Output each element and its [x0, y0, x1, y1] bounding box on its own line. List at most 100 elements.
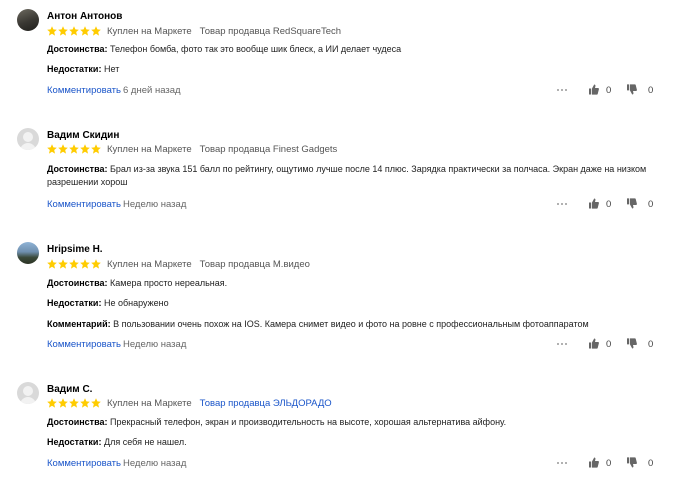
like-count: 0	[606, 458, 612, 469]
more-dots-icon[interactable]	[557, 199, 571, 209]
comment-row: Комментарий: В пользовании очень похож н…	[47, 318, 589, 331]
star-icon	[91, 26, 101, 36]
review-meta: Куплен на Маркете Товар продавца ЭЛЬДОРА…	[47, 397, 340, 409]
review-meta: Куплен на Маркете Товар продавца Finest …	[47, 143, 345, 155]
like-count: 0	[606, 199, 612, 210]
more-dots-icon[interactable]	[557, 85, 571, 95]
cons-text: Для себя не нашел.	[103, 437, 187, 447]
cons-row: Недостатки: Для себя не нашел.	[47, 436, 187, 449]
cons-row: Недостатки: Нет	[47, 63, 119, 76]
pros-row: Достоинства: Телефон бомба, фото так это…	[47, 43, 401, 56]
author-name[interactable]: Антон Антонов	[47, 11, 122, 22]
pros-row: Достоинства: Прекрасный телефон, экран и…	[47, 416, 506, 429]
thumb-up-icon[interactable]	[589, 338, 599, 349]
author-name[interactable]: Hripsime H.	[47, 244, 103, 255]
cons-label: Недостатки:	[47, 437, 102, 447]
review-date: 6 дней назад	[123, 85, 181, 96]
star-icon	[58, 144, 68, 154]
comment-link[interactable]: Комментировать	[47, 85, 121, 96]
thumb-up-icon[interactable]	[589, 457, 599, 468]
star-icon	[91, 144, 101, 154]
star-icon	[69, 259, 79, 269]
review-footer: Комментировать Неделю назад 0 0	[47, 198, 680, 211]
thumb-down-icon[interactable]	[627, 338, 637, 349]
cons-text: Нет	[103, 64, 120, 74]
cons-label: Недостатки:	[47, 64, 102, 74]
thumb-up-icon[interactable]	[589, 84, 599, 95]
star-icon	[80, 26, 90, 36]
pros-text: Камера просто нереальная.	[110, 278, 228, 288]
star-icon	[80, 398, 90, 408]
pros-row: Достоинства: Камера просто нереальная.	[47, 277, 227, 290]
review-date: Неделю назад	[123, 458, 187, 469]
pros-text: Телефон бомба, фото так это вообще шик б…	[110, 44, 402, 54]
thumb-down-icon[interactable]	[627, 457, 637, 468]
thumb-down-icon[interactable]	[627, 198, 637, 209]
avatar[interactable]	[17, 382, 39, 404]
review-meta: Куплен на Маркете Товар продавца RedSqua…	[47, 25, 349, 37]
pros-row: Достоинства: Брал из-за звука 151 балл п…	[47, 163, 647, 176]
pros-text: Брал из-за звука 151 балл по рейтингу, о…	[110, 164, 647, 174]
pros-label: Достоинства:	[47, 278, 108, 288]
review-date: Неделю назад	[123, 199, 187, 210]
review-date: Неделю назад	[123, 339, 187, 350]
avatar[interactable]	[17, 9, 39, 31]
pros-label: Достоинства:	[47, 164, 108, 174]
rating-stars	[47, 259, 101, 269]
star-icon	[91, 398, 101, 408]
purchase-badge: Куплен на Маркете	[107, 397, 192, 409]
cons-row: Недостатки: Не обнаружено	[47, 297, 169, 310]
thumb-down-icon[interactable]	[627, 84, 637, 95]
more-dots-icon[interactable]	[557, 339, 571, 349]
rating-stars	[47, 144, 101, 154]
star-icon	[69, 398, 79, 408]
star-icon	[91, 259, 101, 269]
star-icon	[58, 259, 68, 269]
comment-label: Комментарий:	[47, 319, 111, 329]
purchase-badge: Куплен на Маркете	[107, 25, 192, 37]
review-footer: Комментировать 6 дней назад 0 0	[47, 84, 680, 97]
pros-text: Прекрасный телефон, экран и производител…	[110, 417, 507, 427]
avatar[interactable]	[17, 128, 39, 150]
seller-link[interactable]: Товар продавца ЭЛЬДОРАДО	[200, 398, 332, 409]
dislike-count: 0	[648, 339, 654, 350]
rating-stars	[47, 26, 101, 36]
comment-link[interactable]: Комментировать	[47, 339, 121, 350]
more-dots-icon[interactable]	[557, 458, 571, 468]
comment-link[interactable]: Комментировать	[47, 199, 121, 210]
star-icon	[58, 398, 68, 408]
rating-stars	[47, 398, 101, 408]
star-icon	[58, 26, 68, 36]
like-count: 0	[606, 339, 612, 350]
dislike-count: 0	[648, 458, 654, 469]
comment-link[interactable]: Комментировать	[47, 458, 121, 469]
dislike-count: 0	[648, 85, 654, 96]
star-icon	[47, 259, 57, 269]
pros-label: Достоинства:	[47, 417, 108, 427]
author-name[interactable]: Вадим С.	[47, 384, 92, 395]
star-icon	[80, 259, 90, 269]
pros-row-continued: разрешении хорош	[47, 176, 127, 189]
review-footer: Комментировать Неделю назад 0 0	[47, 457, 680, 470]
dislike-count: 0	[648, 199, 654, 210]
star-icon	[47, 26, 57, 36]
review-footer: Комментировать Неделю назад 0 0	[47, 338, 680, 351]
seller-label: Товар продавца Finest Gadgets	[199, 143, 338, 155]
star-icon	[69, 26, 79, 36]
review-meta: Куплен на Маркете Товар продавца М.видео	[47, 258, 318, 270]
seller-label: Товар продавца RedSquareTech	[199, 25, 342, 37]
pros-label: Достоинства:	[47, 44, 108, 54]
thumb-up-icon[interactable]	[589, 198, 599, 209]
pros-text-continued: разрешении хорош	[47, 177, 128, 187]
comment-text: В пользовании очень похож на IOS. Камера…	[113, 319, 589, 329]
star-icon	[69, 144, 79, 154]
star-icon	[47, 398, 57, 408]
like-count: 0	[606, 85, 612, 96]
seller-label: Товар продавца М.видео	[199, 258, 310, 270]
author-name[interactable]: Вадим Скидин	[47, 130, 119, 141]
purchase-badge: Куплен на Маркете	[107, 258, 192, 270]
purchase-badge: Куплен на Маркете	[107, 143, 192, 155]
cons-text: Не обнаружено	[103, 298, 169, 308]
avatar[interactable]	[17, 242, 39, 264]
star-icon	[80, 144, 90, 154]
